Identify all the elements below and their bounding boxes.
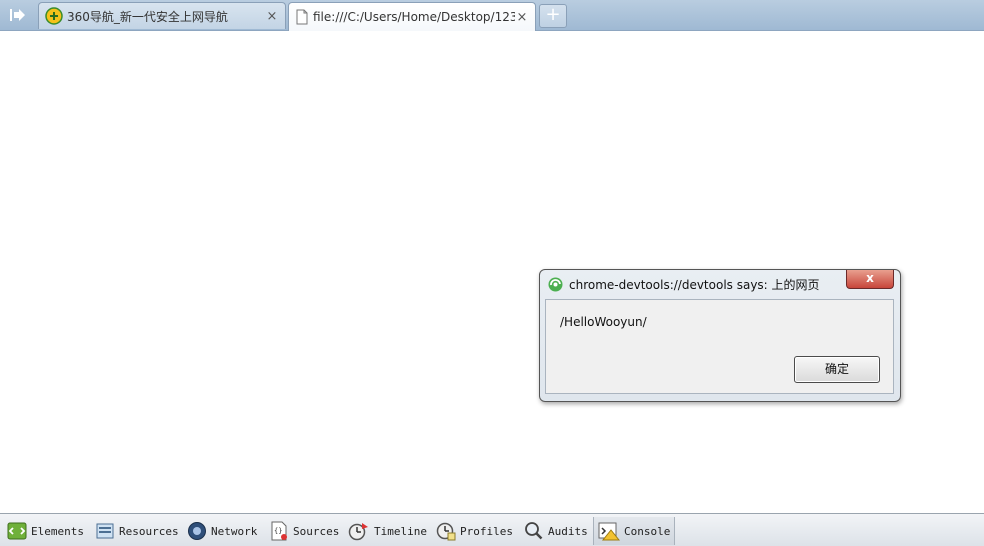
devtools-tab-label: Elements [31,524,84,538]
document-icon [296,9,308,25]
tab-close-icon[interactable]: × [515,10,529,25]
devtools-tab-label: Profiles [460,524,513,538]
devtools-tab-network[interactable]: Network [187,518,257,544]
devtools-tab-resources[interactable]: Resources [95,518,179,544]
devtools-tab-label: Audits [548,524,588,538]
new-tab-button[interactable]: + [539,4,567,28]
elements-icon [7,522,27,540]
360-logo-icon [45,7,63,25]
tab-strip: 360导航_新一代安全上网导航 × file:///C:/Users/Home/… [0,0,984,31]
devtools-tab-audits[interactable]: Audits [524,518,588,544]
profiles-icon [436,522,456,541]
devtools-tab-label: Network [211,524,258,538]
devtools-toolbar: Elements Resources Network {} Sources Ti… [0,513,984,546]
dialog-title: chrome-devtools://devtools says: 上的网页 [569,278,820,292]
tab-file[interactable]: file:///C:/Users/Home/Desktop/123.h × [288,2,536,31]
dialog-body: /HelloWooyun/ 确定 [545,299,894,394]
devtools-tab-label: Sources [293,524,340,538]
devtools-tab-console[interactable]: Console [593,517,676,545]
dialog-title-bar: chrome-devtools://devtools says: 上的网页 [548,276,820,293]
devtools-tab-profiles[interactable]: Profiles [436,518,513,544]
tab-close-icon[interactable]: × [265,9,279,24]
console-icon [598,522,620,541]
audits-icon [525,522,543,540]
devtools-tab-label: Timeline [374,524,427,538]
tab-title: 360导航_新一代安全上网导航 [67,9,228,24]
alert-dialog: chrome-devtools://devtools says: 上的网页 x … [539,269,901,402]
devtools-tab-label: Resources [119,524,179,538]
resources-icon [96,523,114,539]
devtools-tab-elements[interactable]: Elements [7,518,84,544]
devtools-tab-label: Console [624,524,671,538]
ok-button[interactable]: 确定 [794,356,880,383]
browser-logo-icon [548,277,563,292]
svg-text:{}: {} [274,527,282,535]
network-icon [188,522,206,540]
devtools-tab-sources[interactable]: {} Sources [269,518,339,544]
dialog-message: /HelloWooyun/ [560,315,647,329]
devtools-tab-timeline[interactable]: Timeline [348,518,427,544]
tab-title: file:///C:/Users/Home/Desktop/123.h [313,10,515,24]
timeline-icon [348,523,368,541]
dialog-close-button[interactable]: x [846,270,894,289]
sidebar-toggle-button[interactable] [0,0,36,30]
tab-360-nav[interactable]: 360导航_新一代安全上网导航 × [38,2,286,29]
sidebar-toggle-icon [10,9,25,21]
sources-icon: {} [271,521,287,541]
